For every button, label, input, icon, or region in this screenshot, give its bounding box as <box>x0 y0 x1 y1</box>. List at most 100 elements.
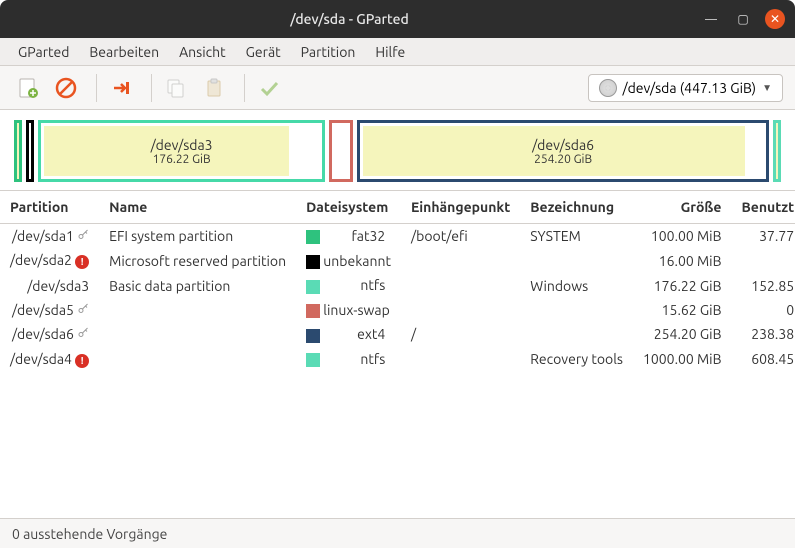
diagram-block-sda6[interactable]: /dev/sda6 254.20 GiB <box>357 120 769 182</box>
cell-name <box>99 347 296 372</box>
cell-partition: /dev/sda3 <box>0 273 99 297</box>
cell-name: Basic data partition <box>99 273 296 297</box>
diagram-block-sda4[interactable] <box>773 120 781 182</box>
cell-partition: /dev/sda2 ! <box>0 248 99 273</box>
col-bezeichnung[interactable]: Bezeichnung <box>520 191 633 224</box>
fs-color-box <box>306 230 320 244</box>
cell-fs: ntfs <box>296 347 401 372</box>
warning-icon: ! <box>75 255 89 269</box>
cell-fs: unbekannt <box>296 248 401 273</box>
table-row[interactable]: /dev/sda6 ext4/ 254.20 GiB238.38 <box>0 322 795 346</box>
menubar: GParted Bearbeiten Ansicht Gerät Partiti… <box>0 38 795 66</box>
cell-used: 152.85 <box>731 273 795 297</box>
cell-name: Microsoft reserved partition <box>99 248 296 273</box>
delete-partition-button[interactable] <box>50 72 82 104</box>
cell-label: SYSTEM <box>520 224 633 249</box>
cell-mount: /boot/efi <box>401 224 520 249</box>
diagram-size: 176.22 GiB <box>153 153 211 166</box>
cell-used: 0 <box>731 298 795 322</box>
cell-fs: ext4 <box>296 322 401 346</box>
cell-partition: /dev/sda6 <box>0 322 99 346</box>
table-row[interactable]: /dev/sda3 Basic data partition ntfsWindo… <box>0 273 795 297</box>
diagram-block-sda2[interactable] <box>26 120 34 182</box>
chevron-down-icon: ▼ <box>762 82 772 94</box>
toolbar: /dev/sda (447.13 GiB) ▼ <box>0 66 795 110</box>
cell-used: 238.38 <box>731 322 795 346</box>
disk-icon <box>599 79 617 97</box>
menu-hilfe[interactable]: Hilfe <box>367 40 413 64</box>
fs-color-box <box>306 329 320 343</box>
cell-mount <box>401 273 520 297</box>
cell-partition: /dev/sda4 ! <box>0 347 99 372</box>
cell-size: 176.22 GiB <box>633 273 731 297</box>
table-row[interactable]: /dev/sda2 !Microsoft reserved partition … <box>0 248 795 273</box>
cell-fs: linux-swap <box>296 298 401 322</box>
table-row[interactable]: /dev/sda4 ! ntfsRecovery tools1000.00 Mi… <box>0 347 795 372</box>
device-selector[interactable]: /dev/sda (447.13 GiB) ▼ <box>588 74 783 102</box>
separator <box>244 74 245 102</box>
fs-color-box <box>306 353 320 367</box>
diagram-label: /dev/sda6 <box>532 137 594 153</box>
cell-fs: ntfs <box>296 273 401 297</box>
col-groesse[interactable]: Größe <box>633 191 731 224</box>
col-dateisystem[interactable]: Dateisystem <box>296 191 401 224</box>
cell-size: 254.20 GiB <box>633 322 731 346</box>
table-row[interactable]: /dev/sda5 linux-swap 15.62 GiB0 <box>0 298 795 322</box>
no-entry-icon <box>55 77 77 99</box>
table-row[interactable]: /dev/sda1 EFI system partition fat32/boo… <box>0 224 795 249</box>
cell-name: EFI system partition <box>99 224 296 249</box>
partition-table-wrap[interactable]: Partition Name Dateisystem Einhängepunkt… <box>0 190 795 518</box>
menu-geraet[interactable]: Gerät <box>238 40 289 64</box>
cell-size: 100.00 MiB <box>633 224 731 249</box>
cell-label <box>520 248 633 273</box>
diagram-block-sda1[interactable] <box>14 120 22 182</box>
menu-ansicht[interactable]: Ansicht <box>171 40 234 64</box>
paste-icon <box>203 77 225 99</box>
window-title: /dev/sda - GParted <box>10 11 689 27</box>
device-selector-label: /dev/sda (447.13 GiB) <box>623 80 757 96</box>
diagram-size: 254.20 GiB <box>534 153 592 166</box>
cell-size: 15.62 GiB <box>633 298 731 322</box>
fs-color-box <box>306 280 320 294</box>
arrow-right-bar-icon <box>110 77 132 99</box>
cell-mount <box>401 347 520 372</box>
copy-icon <box>165 77 187 99</box>
cell-mount: / <box>401 322 520 346</box>
col-partition[interactable]: Partition <box>0 191 99 224</box>
minimize-button[interactable]: — <box>701 9 721 29</box>
cell-label <box>520 298 633 322</box>
resize-move-button[interactable] <box>105 72 137 104</box>
close-button[interactable]: ✕ <box>765 9 785 29</box>
menu-partition[interactable]: Partition <box>293 40 364 64</box>
diagram-block-sda3[interactable]: /dev/sda3 176.22 GiB <box>38 120 325 182</box>
paste-button[interactable] <box>198 72 230 104</box>
cell-mount <box>401 298 520 322</box>
fs-color-box <box>306 304 320 318</box>
new-partition-button[interactable] <box>12 72 44 104</box>
key-icon <box>77 228 89 240</box>
cell-used <box>731 248 795 273</box>
col-benutzt[interactable]: Benutzt <box>731 191 795 224</box>
copy-button[interactable] <box>160 72 192 104</box>
cell-partition: /dev/sda1 <box>0 224 99 249</box>
separator <box>151 74 152 102</box>
menu-gparted[interactable]: GParted <box>10 40 77 64</box>
col-name[interactable]: Name <box>99 191 296 224</box>
document-plus-icon <box>17 77 39 99</box>
warning-icon: ! <box>75 354 89 368</box>
menu-bearbeiten[interactable]: Bearbeiten <box>81 40 167 64</box>
cell-partition: /dev/sda5 <box>0 298 99 322</box>
diagram-label: /dev/sda3 <box>151 137 213 153</box>
maximize-button[interactable]: ▢ <box>733 9 753 29</box>
apply-button[interactable] <box>253 72 285 104</box>
col-mount[interactable]: Einhängepunkt <box>401 191 520 224</box>
fs-color-box <box>306 255 320 269</box>
cell-label: Recovery tools <box>520 347 633 372</box>
key-icon <box>77 326 89 338</box>
cell-mount <box>401 248 520 273</box>
cell-fs: fat32 <box>296 224 401 249</box>
diagram-block-sda5[interactable] <box>329 120 353 182</box>
partition-table: Partition Name Dateisystem Einhängepunkt… <box>0 191 795 372</box>
cell-used: 37.77 <box>731 224 795 249</box>
key-icon <box>77 302 89 314</box>
